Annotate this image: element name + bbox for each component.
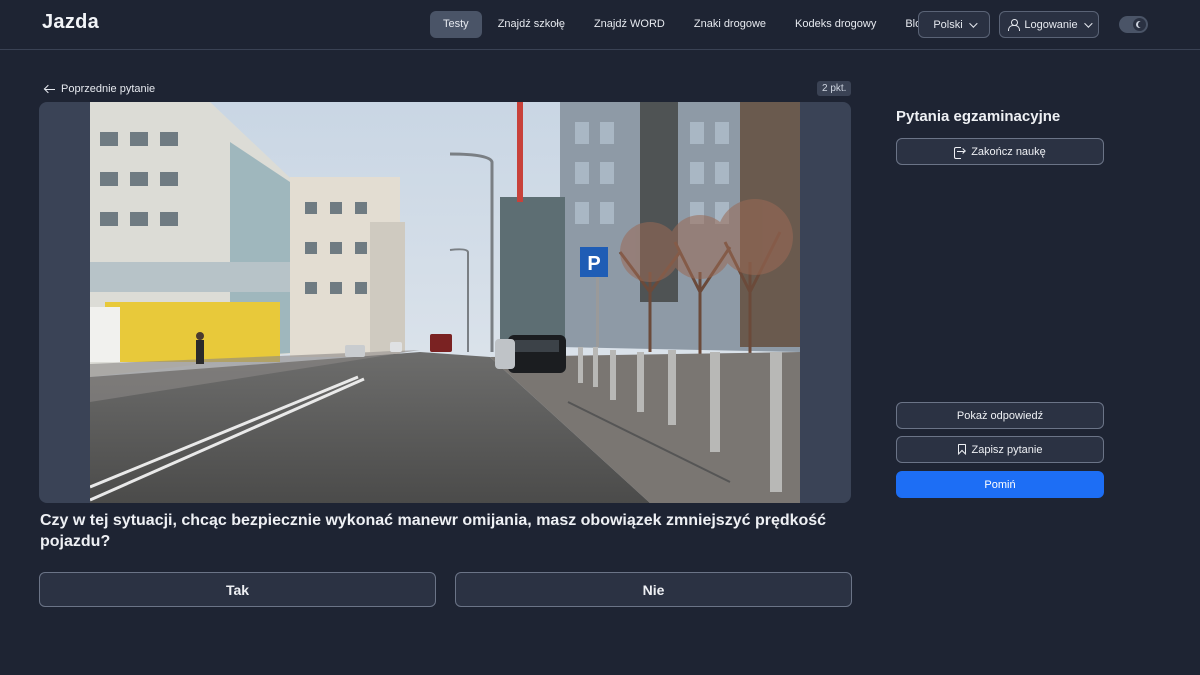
chevron-down-icon [968,18,978,28]
previous-question-link[interactable]: Poprzednie pytanie [45,81,155,97]
skip-label: Pomiń [984,478,1016,491]
save-question-button[interactable]: Zapisz pytanie [896,436,1104,463]
exit-icon [954,146,967,159]
user-icon [1008,19,1021,31]
arrow-left-icon [45,85,55,93]
parking-sign-letter: P [587,253,600,275]
skip-button[interactable]: Pomiń [896,471,1104,498]
chevron-down-icon [1083,18,1093,28]
previous-question-label: Poprzednie pytanie [61,83,156,95]
save-question-label: Zapisz pytanie [971,443,1043,456]
site-logo-text: Jazda [42,11,100,33]
answer-yes-button[interactable]: Tak [39,572,436,607]
end-learning-button[interactable]: Zakończ naukę [896,138,1104,165]
show-answer-button[interactable]: Pokaż odpowiedź [896,402,1104,429]
top-navbar: Jazda Testy Znajdź szkołę Znajdź WORD Zn… [0,0,1200,50]
language-label: Polski [933,18,963,31]
language-select[interactable]: Polski [918,11,990,38]
theme-toggle[interactable] [1119,16,1148,33]
logo[interactable]: Jazda [42,11,99,34]
question-text: Czy w tej sytuacji, chcąc bezpiecznie wy… [40,512,827,550]
toggle-knob [1133,18,1146,31]
moon-icon [1138,21,1145,28]
nav-item-tests[interactable]: Testy [430,11,482,38]
nav-item-find-school[interactable]: Znajdź szkołę [485,11,578,38]
login-label: Logowanie [1024,18,1078,31]
nav-item-traffic-code[interactable]: Kodeks drogowy [782,11,889,38]
show-answer-label: Pokaż odpowiedź [956,409,1044,422]
login-button[interactable]: Logowanie [999,11,1099,38]
end-learning-label: Zakończ naukę [971,145,1046,158]
nav-item-find-word[interactable]: Znajdź WORD [581,11,678,38]
question-media: P [39,102,851,503]
bookmark-icon [957,444,966,455]
answer-no-button[interactable]: Nie [455,572,852,607]
nav-item-road-signs[interactable]: Znaki drogowe [681,11,779,38]
street-scene-image: P [90,102,800,503]
sidebar-title: Pytania egzaminacyjne [896,108,1061,125]
main-nav: Testy Znajdź szkołę Znajdź WORD Znaki dr… [430,11,943,38]
points-badge: 2 pkt. [817,81,852,96]
